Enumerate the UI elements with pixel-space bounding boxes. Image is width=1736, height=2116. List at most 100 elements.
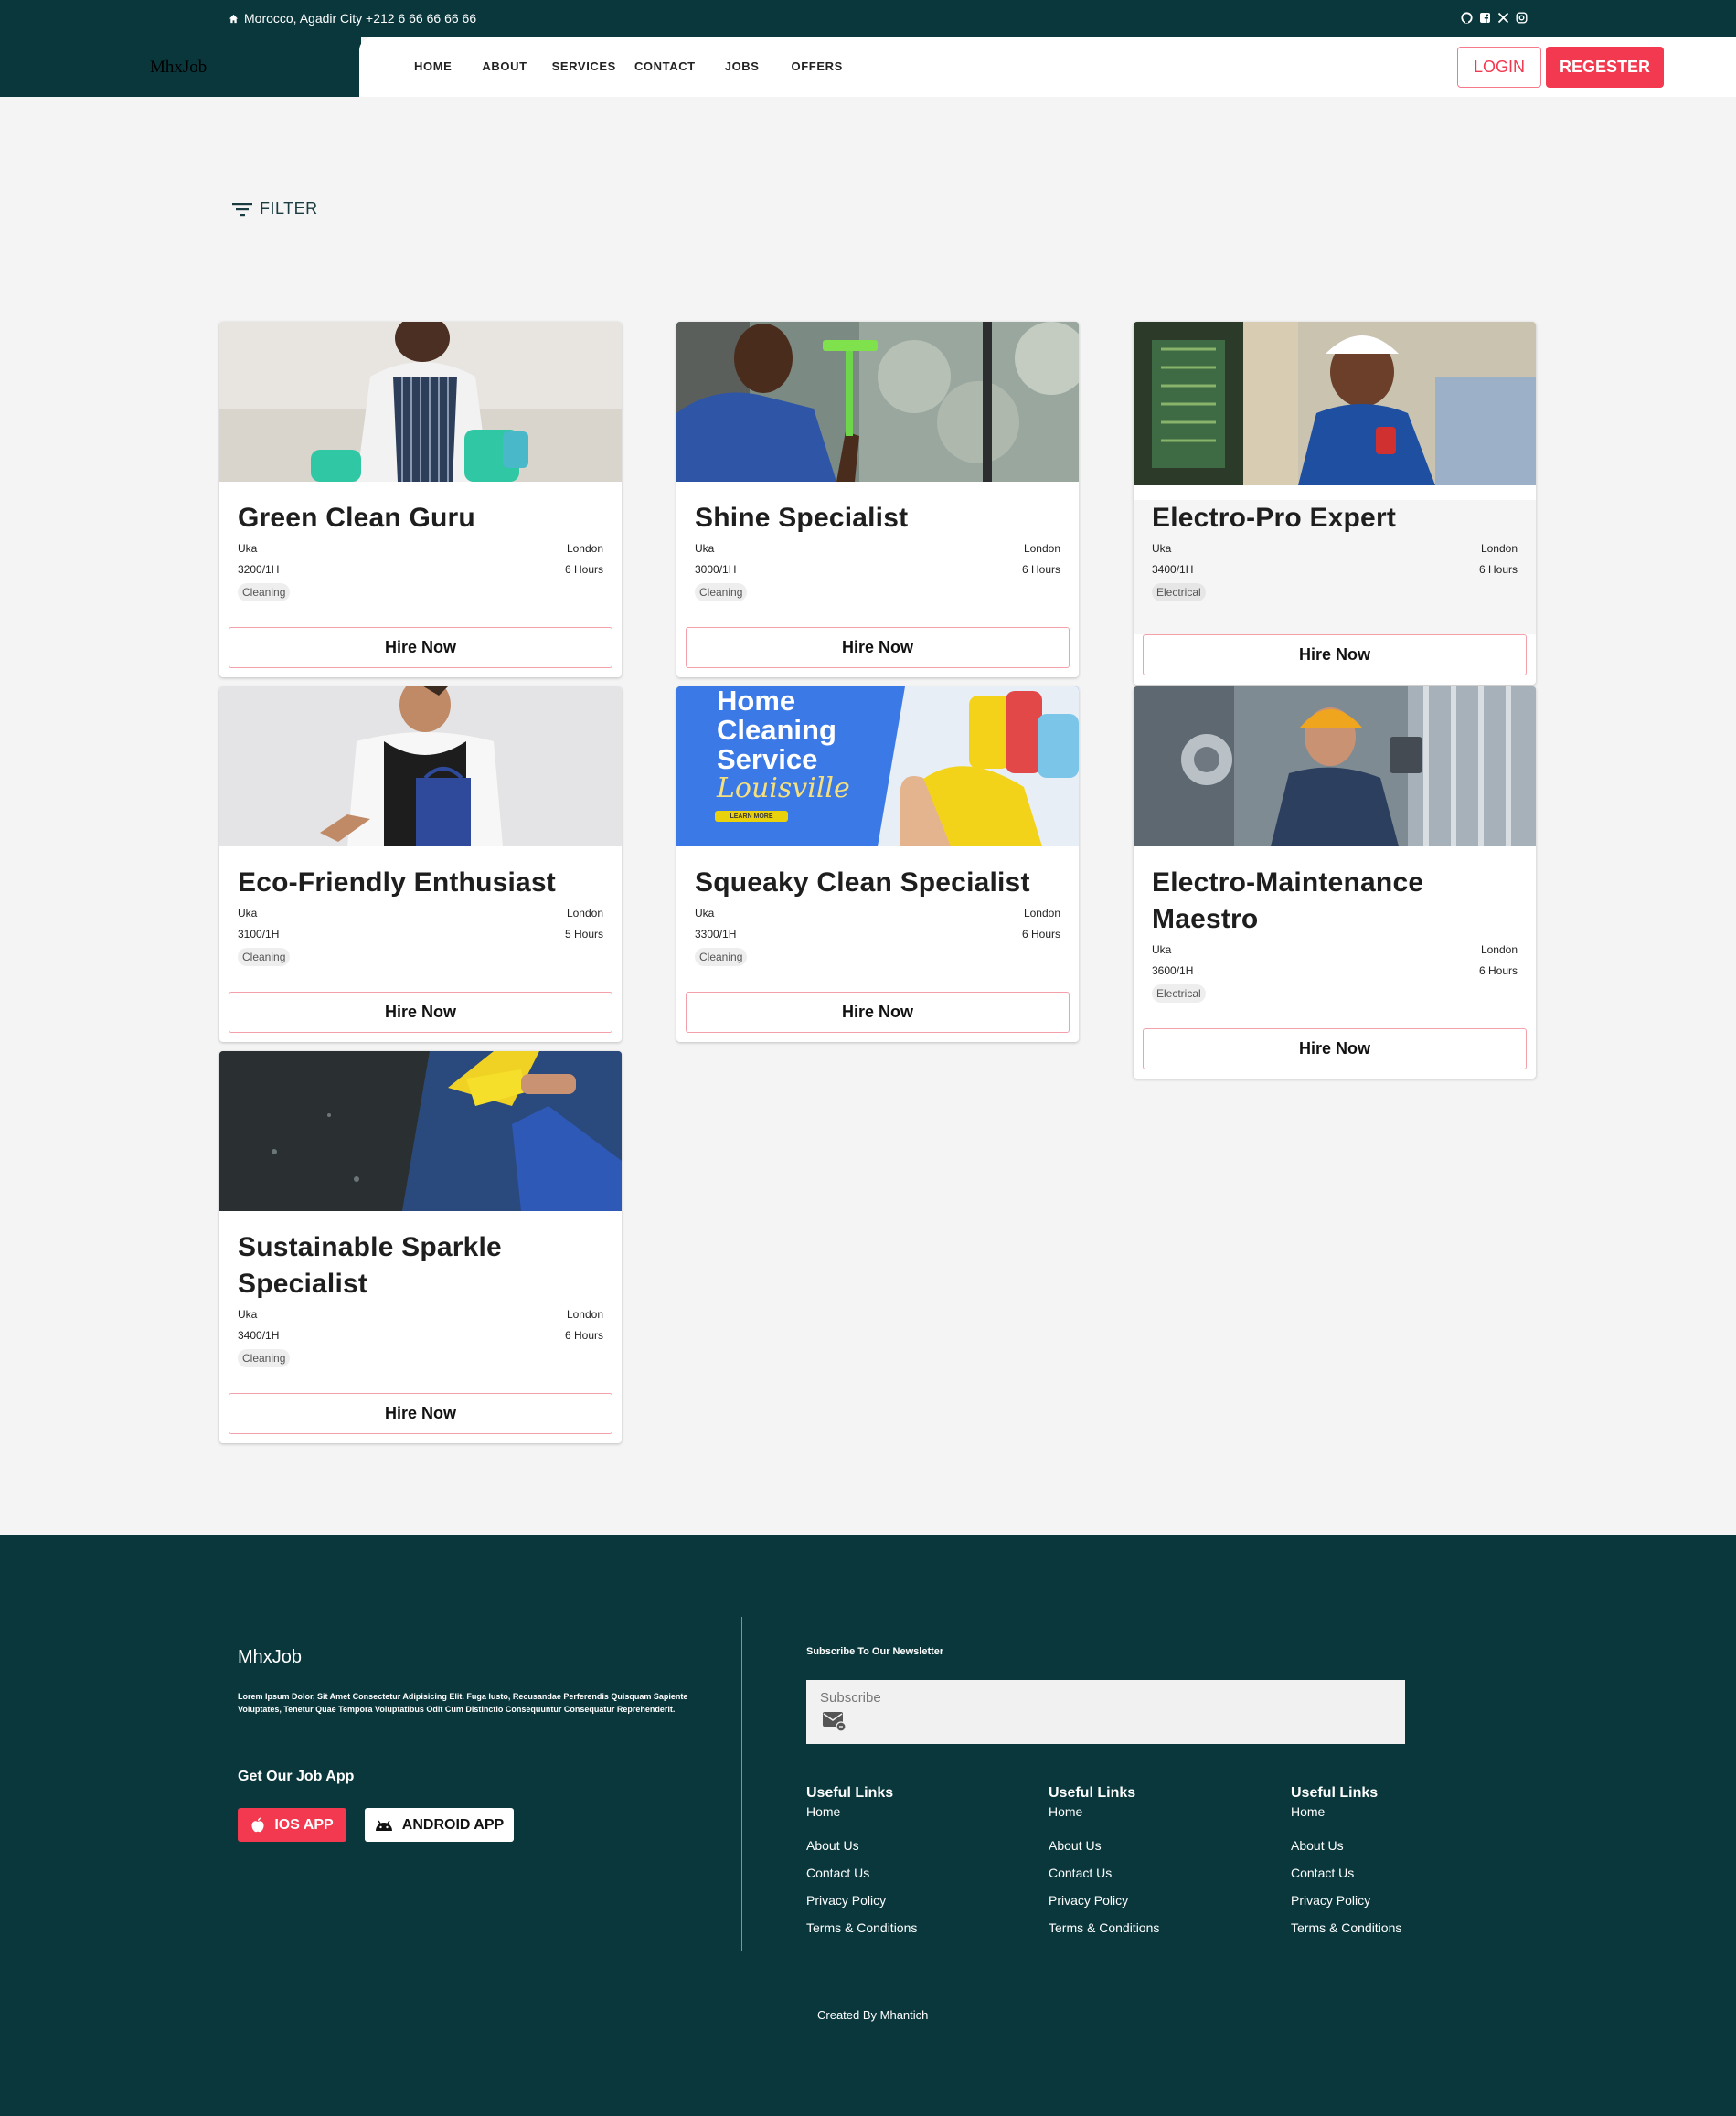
hire-now-button[interactable]: Hire Now xyxy=(229,627,612,668)
category-chip: Cleaning xyxy=(238,948,291,966)
link-privacy[interactable]: Privacy Policy xyxy=(1049,1887,1159,1914)
location: London xyxy=(566,1308,603,1321)
android-app-label: ANDROID APP xyxy=(401,1816,505,1833)
brand-logo[interactable]: MhxJob xyxy=(150,58,207,78)
apple-icon xyxy=(251,1817,264,1832)
job-title: Squeaky Clean Specialist xyxy=(695,867,1030,898)
job-title: Sustainable Sparkle Specialist xyxy=(238,1232,502,1299)
promo-cta: LEARN MORE xyxy=(730,813,773,820)
category-chip: Cleaning xyxy=(695,583,748,601)
link-contact[interactable]: Contact Us xyxy=(806,1859,917,1887)
link-terms[interactable]: Terms & Conditions xyxy=(1291,1914,1401,1941)
link-home[interactable]: Home xyxy=(1049,1804,1159,1819)
instagram-icon[interactable] xyxy=(1516,12,1528,24)
location: London xyxy=(1480,542,1518,555)
job-card: Sustainable Sparkle Specialist Uka London… xyxy=(219,1051,622,1443)
link-home[interactable]: Home xyxy=(1291,1804,1401,1819)
contact-info: Morocco, Agadir City +212 6 66 66 66 66 xyxy=(229,11,476,26)
rate: 3600/1H xyxy=(1152,964,1194,977)
footer-credit: Created By Mhantich xyxy=(817,2008,929,2022)
rate: 3100/1H xyxy=(238,928,280,941)
footer-description: Lorem Ipsum Dolor, Sit Amet Consectetur … xyxy=(238,1692,688,1714)
link-terms[interactable]: Terms & Conditions xyxy=(806,1914,917,1941)
job-card: Electro-Pro Expert Uka London 3400/1H 6 Ho… xyxy=(1134,322,1536,685)
rate: 3200/1H xyxy=(238,563,280,576)
link-privacy[interactable]: Privacy Policy xyxy=(1291,1887,1401,1914)
company: Uka xyxy=(238,1308,258,1321)
hire-now-button[interactable]: Hire Now xyxy=(686,627,1070,668)
useful-links-column: Useful Links Home About Us Contact Us Pr… xyxy=(1049,1785,1159,1941)
card-body: Eco-Friendly Enthusiast Uka London 3100/1… xyxy=(219,865,622,966)
mail-icon[interactable] xyxy=(823,1712,847,1732)
login-button[interactable]: LOGIN xyxy=(1457,47,1541,88)
top-bar: Morocco, Agadir City +212 6 66 66 66 66 xyxy=(0,0,1736,37)
hire-now-button[interactable]: Hire Now xyxy=(229,1393,612,1434)
category-chip: Electrical xyxy=(1152,583,1206,601)
useful-links-column: Useful Links Home About Us Contact Us Pr… xyxy=(806,1785,917,1941)
register-button[interactable]: REGESTER xyxy=(1546,47,1664,88)
hours: 6 Hours xyxy=(1478,964,1518,977)
link-about[interactable]: About Us xyxy=(806,1832,917,1859)
card-body: Shine Specialist Uka London 3000/1H 6 Hour… xyxy=(676,500,1079,601)
nav-about[interactable]: ABOUT xyxy=(482,59,527,73)
link-terms[interactable]: Terms & Conditions xyxy=(1049,1914,1159,1941)
promo-line-4: Louisville xyxy=(717,772,850,804)
hire-now-button[interactable]: Hire Now xyxy=(1143,1028,1527,1069)
newsletter-input[interactable]: Subscribe xyxy=(806,1680,1405,1744)
company: Uka xyxy=(238,907,258,920)
promo-line-3: Service xyxy=(717,743,818,775)
link-contact[interactable]: Contact Us xyxy=(1049,1859,1159,1887)
ios-app-button[interactable]: IOS APP xyxy=(238,1808,346,1842)
job-card: Home Cleaning Service Louisville LEARN M… xyxy=(676,686,1079,1042)
job-card: Shine Specialist Uka London 3000/1H 6 Hour… xyxy=(676,322,1079,677)
brand-block: MhxJob xyxy=(0,37,361,97)
useful-links-column: Useful Links Home About Us Contact Us Pr… xyxy=(1291,1785,1401,1941)
job-card: Green Clean Guru Uka London 3200/1H 6 Hour… xyxy=(219,322,622,677)
card-body: Electro-Pro Expert Uka London 3400/1H 6 Ho… xyxy=(1134,500,1536,634)
company: Uka xyxy=(1152,542,1172,555)
hours: 6 Hours xyxy=(1478,563,1518,576)
links-heading: Useful Links xyxy=(1049,1785,1136,1801)
android-app-button[interactable]: ANDROID APP xyxy=(365,1808,514,1842)
link-about[interactable]: About Us xyxy=(1291,1832,1401,1859)
promo-title: Home Cleaning Service Louisville xyxy=(717,686,850,803)
category-chip: Cleaning xyxy=(695,948,748,966)
category-chip: Cleaning xyxy=(238,1349,291,1367)
hire-now-button[interactable]: Hire Now xyxy=(1143,634,1527,675)
hire-now-button[interactable]: Hire Now xyxy=(229,992,612,1033)
card-body: Sustainable Sparkle Specialist Uka London… xyxy=(219,1229,622,1367)
category-chip: Electrical xyxy=(1152,984,1206,1003)
filter-button[interactable]: FILTER xyxy=(232,199,318,218)
rate: 3300/1H xyxy=(695,928,737,941)
nav-contact[interactable]: CONTACT xyxy=(634,59,696,73)
link-privacy[interactable]: Privacy Policy xyxy=(806,1887,917,1914)
android-icon xyxy=(375,1820,392,1831)
nav-offers[interactable]: OFFERS xyxy=(792,59,843,73)
card-body: Electro-Maintenance Maestro Uka London 36… xyxy=(1134,865,1536,1003)
job-image-window-cleaner xyxy=(676,322,1079,482)
location: London xyxy=(566,907,603,920)
company: Uka xyxy=(238,542,258,555)
footer: MhxJob Lorem Ipsum Dolor, Sit Amet Conse… xyxy=(0,1535,1736,2116)
job-image-car-detailing xyxy=(219,1051,622,1211)
filter-label: FILTER xyxy=(260,199,318,218)
job-title: Shine Specialist xyxy=(695,503,909,533)
rate: 3000/1H xyxy=(695,563,737,576)
company: Uka xyxy=(695,907,715,920)
nav-jobs[interactable]: JOBS xyxy=(725,59,760,73)
github-icon[interactable] xyxy=(1461,12,1473,24)
footer-brand: MhxJob xyxy=(238,1647,303,1667)
nav-home[interactable]: HOME xyxy=(414,59,452,73)
nav-services[interactable]: SERVICES xyxy=(552,59,616,73)
category-chip: Cleaning xyxy=(238,583,291,601)
link-home[interactable]: Home xyxy=(806,1804,917,1819)
newsletter-title: Subscribe To Our Newsletter xyxy=(806,1646,944,1657)
hours: 5 Hours xyxy=(564,928,603,941)
link-contact[interactable]: Contact Us xyxy=(1291,1859,1401,1887)
facebook-icon[interactable] xyxy=(1479,12,1491,24)
link-about[interactable]: About Us xyxy=(1049,1832,1159,1859)
hire-now-button[interactable]: Hire Now xyxy=(686,992,1070,1033)
job-image-apron-man xyxy=(219,686,622,846)
home-icon xyxy=(229,14,239,23)
x-icon[interactable] xyxy=(1497,12,1509,24)
